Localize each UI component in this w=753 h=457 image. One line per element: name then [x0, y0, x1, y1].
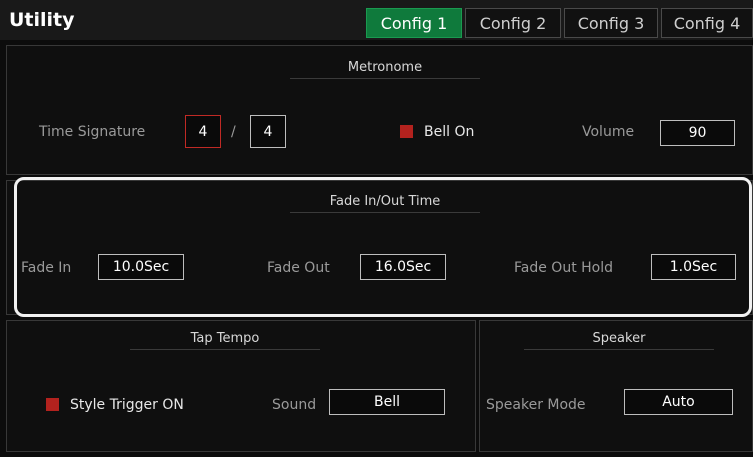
- bell-on-label: Bell On: [424, 124, 475, 140]
- tab-config-2[interactable]: Config 2: [465, 8, 561, 38]
- header-bar: Utility Config 1 Config 2 Config 3 Confi…: [0, 0, 753, 40]
- speaker-mode-value[interactable]: Auto: [624, 389, 733, 415]
- sound-label: Sound: [272, 397, 317, 413]
- sound-value[interactable]: Bell: [329, 389, 445, 415]
- tab-config-3[interactable]: Config 3: [564, 8, 658, 38]
- page-title: Utility: [9, 9, 75, 31]
- time-signature-label: Time Signature: [39, 124, 146, 140]
- speaker-mode-label: Speaker Mode: [486, 397, 586, 413]
- metronome-title-underline: [290, 78, 480, 79]
- speaker-title-underline: [524, 349, 714, 350]
- volume-value[interactable]: 90: [660, 120, 735, 146]
- metronome-title: Metronome: [347, 60, 423, 75]
- style-trigger-label: Style Trigger ON: [70, 397, 184, 413]
- time-signature-denominator[interactable]: 4: [250, 115, 286, 148]
- time-signature-separator: /: [231, 124, 236, 140]
- tab-config-1[interactable]: Config 1: [366, 8, 462, 38]
- tap-tempo-title: Tap Tempo: [190, 331, 260, 346]
- style-trigger-checkbox[interactable]: [46, 398, 59, 411]
- tap-tempo-title-underline: [130, 349, 320, 350]
- fade-panel-highlight: [14, 177, 752, 317]
- time-signature-numerator[interactable]: 4: [185, 115, 221, 148]
- speaker-title: Speaker: [592, 331, 646, 346]
- volume-label: Volume: [582, 124, 635, 140]
- bell-on-checkbox[interactable]: [400, 125, 413, 138]
- tab-config-4[interactable]: Config 4: [661, 8, 753, 38]
